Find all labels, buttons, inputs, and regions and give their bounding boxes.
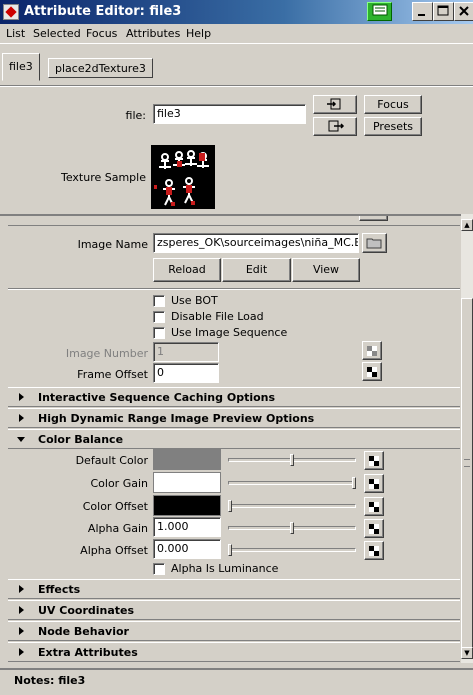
edit-button[interactable]: Edit — [222, 258, 291, 282]
alpha-offset-label: Alpha Offset — [80, 544, 148, 557]
maximize-button[interactable] — [433, 2, 454, 21]
expand-arrow-icon — [19, 414, 24, 422]
section-divider — [8, 216, 460, 226]
menu-selected[interactable]: Selected — [33, 27, 81, 40]
expand-arrow-icon — [19, 606, 24, 614]
node-header-panel: file: file3 Focus Presets Texture Sample — [0, 86, 473, 214]
collapse-arrow-icon — [17, 437, 25, 442]
image-number-map-button — [362, 341, 382, 360]
alpha-gain-field[interactable]: 1.000 — [153, 517, 221, 537]
menu-focus[interactable]: Focus — [86, 27, 117, 40]
partial-button[interactable] — [359, 216, 388, 221]
section-extra-attributes[interactable]: Extra Attributes — [8, 642, 460, 662]
notes-label: Notes: file3 — [14, 674, 86, 687]
section-divider — [8, 288, 460, 290]
color-offset-label: Color Offset — [82, 500, 148, 513]
focus-button[interactable]: Focus — [364, 95, 422, 114]
color-offset-map-button[interactable] — [364, 497, 384, 516]
default-color-label: Default Color — [75, 454, 148, 467]
scroll-up-arrow-icon[interactable]: ▲ — [461, 219, 473, 231]
reload-button[interactable]: Reload — [153, 258, 221, 282]
color-gain-map-button[interactable] — [364, 474, 384, 493]
default-color-map-button[interactable] — [364, 451, 384, 470]
expand-arrow-icon — [19, 585, 24, 593]
frame-offset-map-button[interactable] — [362, 362, 382, 381]
tab-place2dtexture3[interactable]: place2dTexture3 — [48, 58, 153, 78]
image-number-field: 1 — [153, 342, 219, 362]
presets-button[interactable]: Presets — [364, 117, 422, 136]
section-uv-coordinates[interactable]: UV Coordinates — [8, 600, 460, 620]
app-icon — [3, 4, 19, 20]
alpha-offset-field[interactable]: 0.000 — [153, 539, 221, 559]
alpha-offset-slider-track[interactable] — [228, 548, 356, 552]
disable-file-load-checkbox[interactable] — [153, 311, 165, 323]
section-effects[interactable]: Effects — [8, 579, 460, 599]
section-interactive-caching[interactable]: Interactive Sequence Caching Options — [8, 387, 460, 407]
image-number-label: Image Number — [65, 347, 148, 360]
disable-file-load-label: Disable File Load — [171, 310, 264, 323]
input-connections-button[interactable] — [313, 95, 357, 114]
alpha-is-luminance-checkbox[interactable] — [153, 563, 165, 575]
color-gain-slider-track[interactable] — [228, 481, 356, 485]
frame-offset-field[interactable]: 0 — [153, 363, 219, 383]
notes-panel[interactable]: Notes: file3 — [0, 668, 473, 695]
alpha-is-luminance-label: Alpha Is Luminance — [171, 562, 279, 575]
color-offset-swatch[interactable] — [153, 495, 221, 516]
attribute-scroll-area[interactable]: Image Name zsperes_OK\sourceimages\niña_… — [0, 214, 461, 663]
node-tabs: file3 place2dTexture3 — [0, 44, 473, 86]
title-bar: Attribute Editor: file3 — [0, 0, 473, 24]
file-label: file: — [125, 109, 146, 122]
view-button[interactable]: View — [292, 258, 360, 282]
menu-help[interactable]: Help — [186, 27, 211, 40]
menu-attributes[interactable]: Attributes — [126, 27, 180, 40]
scrollbar-thumb[interactable] — [461, 298, 473, 648]
use-image-sequence-label: Use Image Sequence — [171, 326, 288, 339]
expand-arrow-icon — [19, 393, 24, 401]
expand-arrow-icon — [19, 627, 24, 635]
default-color-slider-handle[interactable] — [290, 454, 294, 466]
scroll-down-arrow-icon[interactable]: ▼ — [461, 647, 473, 659]
section-color-balance[interactable]: Color Balance — [8, 429, 460, 449]
use-bot-checkbox[interactable] — [153, 295, 165, 307]
image-name-field[interactable]: zsperes_OK\sourceimages\niña_MC.BMP — [153, 233, 359, 253]
frame-offset-label: Frame Offset — [77, 368, 148, 381]
minimize-button[interactable] — [412, 2, 433, 21]
color-gain-swatch[interactable] — [153, 472, 221, 493]
color-gain-label: Color Gain — [90, 477, 148, 490]
close-button[interactable] — [454, 2, 473, 21]
shelf-toggle-icon[interactable] — [367, 2, 392, 21]
image-name-label: Image Name — [77, 238, 148, 251]
tab-file3[interactable]: file3 — [2, 53, 40, 81]
window-title: Attribute Editor: file3 — [24, 4, 182, 19]
texture-sample-thumbnail[interactable] — [151, 145, 215, 209]
default-color-swatch[interactable] — [153, 449, 221, 470]
color-offset-slider-handle[interactable] — [228, 500, 232, 512]
texture-sample-label: Texture Sample — [60, 171, 146, 184]
section-node-behavior[interactable]: Node Behavior — [8, 621, 460, 641]
grip-icon — [464, 459, 470, 467]
alpha-offset-map-button[interactable] — [364, 541, 384, 560]
color-gain-slider-handle[interactable] — [352, 477, 356, 489]
expand-arrow-icon — [19, 648, 24, 656]
file-name-field[interactable]: file3 — [153, 104, 306, 124]
alpha-gain-map-button[interactable] — [364, 519, 384, 538]
folder-icon[interactable] — [362, 233, 387, 253]
vertical-scrollbar[interactable]: ▲ ▼ — [461, 214, 473, 663]
section-hdr-preview[interactable]: High Dynamic Range Image Preview Options — [8, 408, 460, 428]
menu-bar: List Selected Focus Attributes Help — [0, 24, 473, 44]
use-bot-label: Use BOT — [171, 294, 218, 307]
menu-list[interactable]: List — [6, 27, 25, 40]
alpha-gain-slider-handle[interactable] — [290, 522, 294, 534]
output-connections-button[interactable] — [313, 117, 357, 136]
color-offset-slider-track[interactable] — [228, 504, 356, 508]
use-image-sequence-checkbox[interactable] — [153, 327, 165, 339]
alpha-offset-slider-handle[interactable] — [228, 544, 232, 556]
alpha-gain-label: Alpha Gain — [87, 522, 148, 535]
